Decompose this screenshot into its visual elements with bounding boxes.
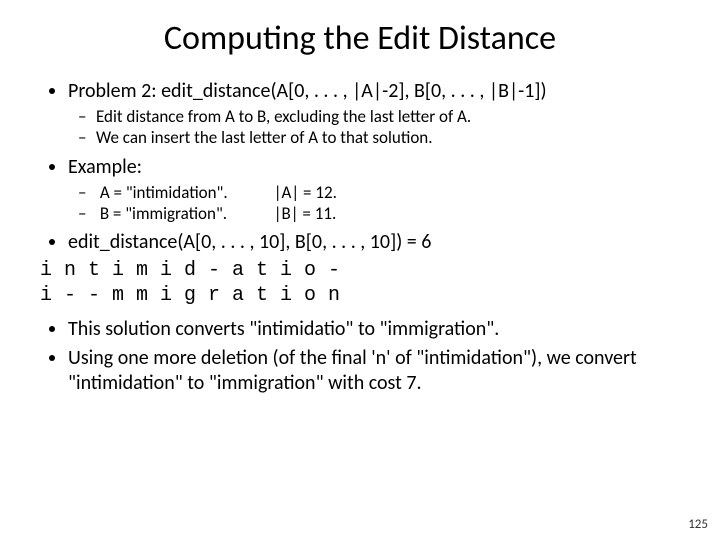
example-b-len: |B| = 11. xyxy=(274,203,337,224)
bullet-example: Example: A = "intimidation". |A| = 12. B… xyxy=(68,155,680,225)
bullet-problem2-text: Problem 2: edit_distance(A[0, . . . , |A… xyxy=(68,79,547,103)
sub-list-problem2: Edit distance from A to B, excluding the… xyxy=(68,106,680,149)
bullet-one-more-deletion: Using one more deletion (of the final 'n… xyxy=(68,346,680,396)
sub-example-a: A = "intimidation". |A| = 12. xyxy=(96,182,680,203)
example-b-def: B = "immigration". xyxy=(100,203,270,224)
example-a-len: |A| = 12. xyxy=(274,182,337,203)
sub-example-b: B = "immigration". |B| = 11. xyxy=(96,203,680,224)
bullet-example-text: Example: xyxy=(68,155,142,179)
sub-list-example: A = "intimidation". |A| = 12. B = "immig… xyxy=(68,182,680,225)
example-a-def: A = "intimidation". xyxy=(100,182,270,203)
slide-title: Computing the Edit Distance xyxy=(40,18,680,59)
sub-exclude-last: Edit distance from A to B, excluding the… xyxy=(96,106,680,127)
slide: Computing the Edit Distance Problem 2: e… xyxy=(0,0,720,540)
bullet-solution-converts: This solution converts "intimidatio" to … xyxy=(68,317,680,342)
page-number: 125 xyxy=(688,517,708,532)
bullet-edit-distance-call: edit_distance(A[0, . . . , 10], B[0, . .… xyxy=(68,230,680,255)
bullet-list: Problem 2: edit_distance(A[0, . . . , |A… xyxy=(40,79,680,255)
alignment-row-b: i - - m m i g r a t i o n xyxy=(40,284,680,307)
sub-insert-last: We can insert the last letter of A to th… xyxy=(96,127,680,148)
bullet-problem2: Problem 2: edit_distance(A[0, . . . , |A… xyxy=(68,79,680,149)
bullet-list-2: This solution converts "intimidatio" to … xyxy=(40,317,680,396)
alignment-row-a: i n t i m i d - a t i o - xyxy=(40,259,680,282)
